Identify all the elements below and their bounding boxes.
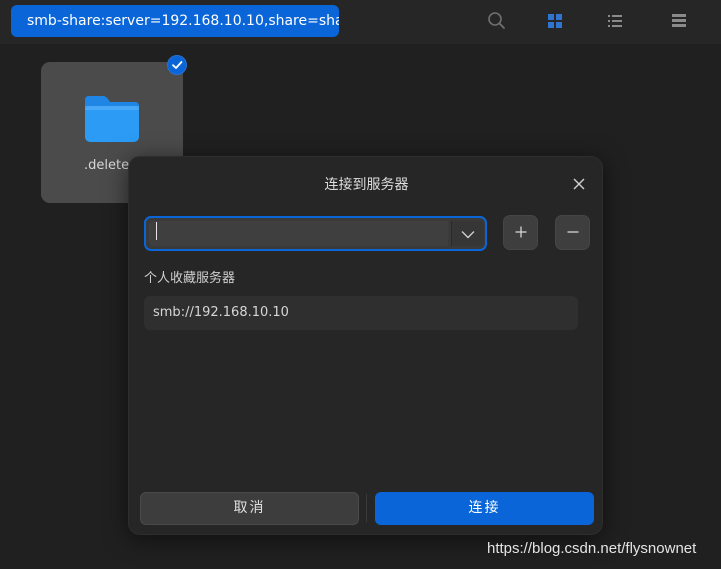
address-bar-path[interactable]: smb-share:server=192.168.10.10,share=sha… [11, 5, 339, 37]
file-manager-window: smb-share:server=192.168.10.10,share=sha… [0, 0, 721, 569]
history-dropdown-button[interactable] [451, 221, 484, 246]
search-button[interactable] [484, 8, 510, 34]
watermark-text: https://blog.csdn.net/flysnownet [487, 540, 697, 557]
dialog-title: 连接到服务器 [324, 177, 409, 193]
remove-favorite-button[interactable] [555, 215, 590, 250]
favorites-section-label: 个人收藏服务器 [144, 271, 236, 286]
detail-view-button[interactable] [666, 8, 692, 34]
icon-view-button[interactable] [542, 8, 568, 34]
detail-view-icon [671, 13, 687, 29]
folder-icon [83, 94, 141, 144]
connect-button[interactable]: 连接 [375, 492, 594, 525]
list-view-button[interactable] [602, 8, 628, 34]
server-address-input[interactable] [149, 221, 448, 246]
cancel-button[interactable]: 取消 [140, 492, 359, 525]
connect-to-server-dialog: 连接到服务器 个人收藏服务器 smb://192.168.10.10 取消 连接 [128, 156, 603, 535]
add-favorite-button[interactable] [503, 215, 538, 250]
selected-check-icon [167, 55, 187, 75]
minus-icon [567, 223, 579, 242]
toolbar: smb-share:server=192.168.10.10,share=sha… [0, 0, 721, 44]
file-name-label: .delete [84, 158, 130, 173]
icon-view-icon [547, 13, 563, 29]
search-icon [487, 11, 507, 31]
list-view-icon [607, 13, 623, 29]
chevron-down-icon [461, 224, 475, 243]
favorite-server-item[interactable]: smb://192.168.10.10 [144, 296, 578, 330]
text-cursor [156, 222, 157, 240]
button-divider [366, 494, 367, 522]
server-address-combobox[interactable] [144, 216, 487, 251]
plus-icon [515, 223, 527, 242]
close-button[interactable] [569, 174, 589, 194]
close-icon [573, 175, 585, 194]
